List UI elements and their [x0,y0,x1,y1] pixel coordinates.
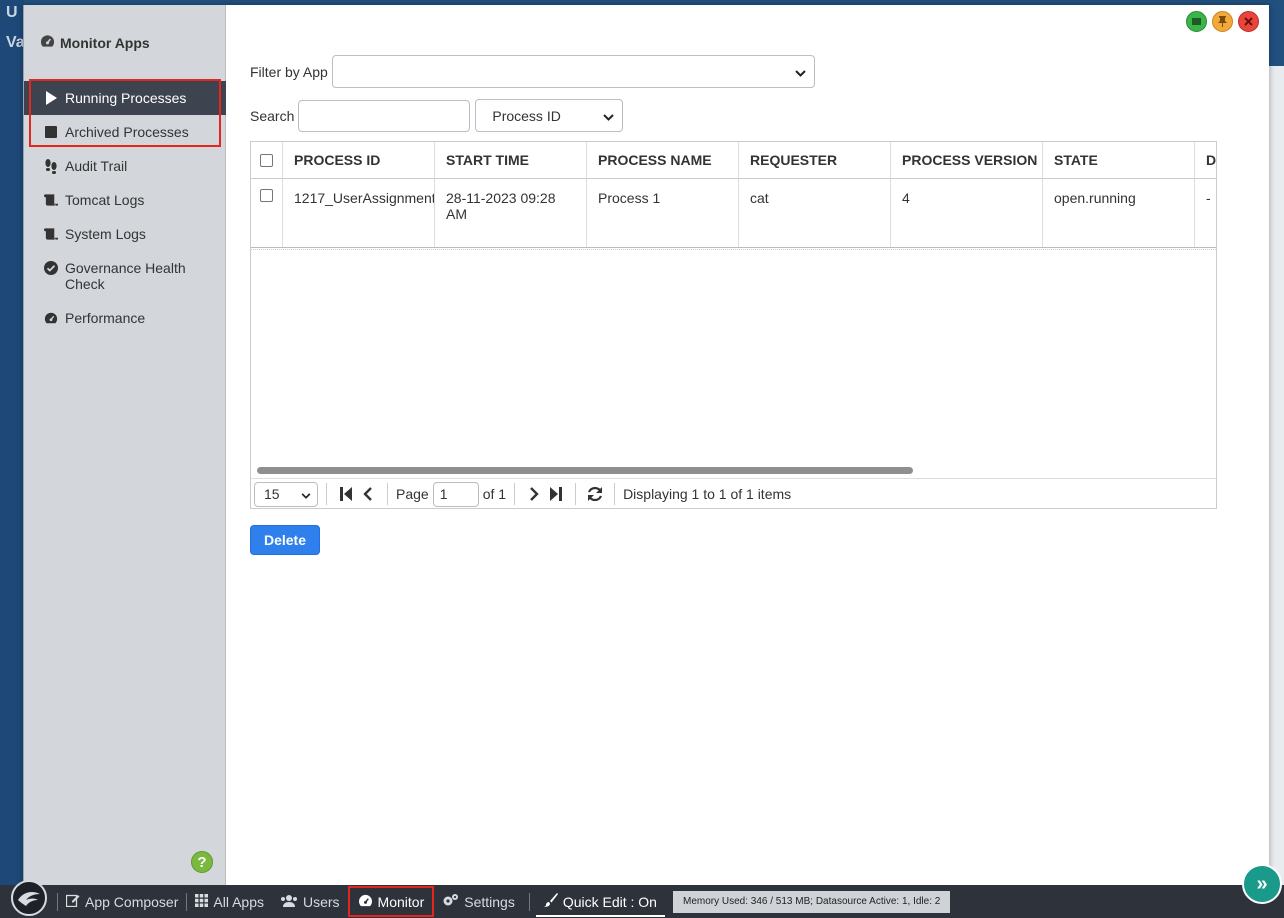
table-empty-area [251,249,1216,462]
footprints-icon [44,158,58,174]
search-input[interactable] [298,99,471,132]
previous-page-icon[interactable] [359,485,377,503]
sidebar-item-label: Tomcat Logs [65,192,145,208]
sidebar-item-label: Audit Trail [65,158,128,174]
app-composer-button[interactable]: App Composer [58,885,186,918]
main-content: Filter by App Search Process ID PROCESS … [250,5,1260,885]
users-button[interactable]: Users [272,885,348,918]
sidebar-item-label: Running Processes [65,90,187,106]
users-icon [280,894,298,910]
quick-edit-toggle[interactable]: Quick Edit : On [535,888,665,917]
chevron-down-icon [301,486,311,502]
page-count-label: of 1 [482,486,507,502]
brush-icon [543,893,558,910]
app-logo-icon[interactable] [11,880,47,916]
background-text: Va [6,34,25,51]
row-checkbox[interactable] [260,189,273,202]
cell-requester: cat [739,179,891,247]
gauge-icon [40,34,55,51]
sidebar-title: Monitor Apps [40,34,150,51]
row-select-cell [251,179,283,247]
monitor-button[interactable]: Monitor [347,886,435,917]
gears-icon [442,893,459,910]
page-label: Page [396,486,429,502]
cell-state: open.running [1043,179,1195,247]
sidebar-item-tomcat-logs[interactable]: Tomcat Logs [24,183,226,217]
pagination-bar: 15 Page 1 of 1 Displaying 1 to 1 of 1 it… [251,478,1216,508]
scroll-icon [44,192,58,208]
first-page-icon[interactable] [337,485,355,503]
sidebar-item-running-processes[interactable]: Running Processes [24,81,226,115]
search-field-value: Process ID [492,107,561,124]
help-icon[interactable]: ? [191,851,213,873]
table-header: PROCESS ID START TIME PROCESS NAME REQUE… [251,142,1216,179]
sidebar-nav: Running Processes Archived Processes Aud… [24,81,226,335]
cell-extra: - [1195,179,1216,247]
horizontal-scrollbar[interactable] [257,467,913,474]
select-all-cell [251,142,283,178]
all-apps-button[interactable]: All Apps [187,885,272,918]
grid-icon [195,893,209,910]
column-header-process-version[interactable]: PROCESS VERSION [891,142,1043,178]
cell-process-version: 4 [891,179,1043,247]
chevron-down-icon [603,108,615,124]
column-header-process-name[interactable]: PROCESS NAME [587,142,739,178]
refresh-icon[interactable] [586,485,604,503]
filter-row: Filter by App [250,55,815,88]
monitor-dialog: Monitor Apps Running Processes Archived … [23,5,1269,885]
sidebar-item-label: System Logs [65,226,146,242]
select-all-checkbox[interactable] [260,153,273,167]
process-table: PROCESS ID START TIME PROCESS NAME REQUE… [250,141,1217,509]
sidebar-item-system-logs[interactable]: System Logs [24,217,226,251]
search-field-select[interactable]: Process ID [475,99,624,132]
cell-process-name: Process 1 [587,179,739,247]
chevron-down-icon [795,64,806,80]
cell-start-time: 28-11-2023 09:28 AM [435,179,587,247]
sidebar-item-label: Archived Processes [65,124,189,140]
sidebar-item-label: Governance Health Check [65,260,186,292]
column-header-process-id[interactable]: PROCESS ID [283,142,435,178]
page-size-select[interactable]: 15 [254,481,318,507]
memory-status: Memory Used: 346 / 513 MB; Datasource Ac… [672,890,951,913]
background-text: U [6,4,18,21]
stop-icon [44,124,58,140]
delete-button[interactable]: Delete [250,525,320,555]
background-left-strip: U Va [0,0,25,885]
column-header-extra[interactable]: D [1195,142,1216,178]
sidebar: Monitor Apps Running Processes Archived … [24,5,226,885]
expand-icon[interactable]: » [1242,864,1282,904]
gauge-icon [358,894,373,910]
sidebar-item-label: Performance [65,310,146,326]
settings-button[interactable]: Settings [434,885,523,918]
play-icon [44,90,58,106]
table-row[interactable]: 1217_UserAssignment 28-11-2023 09:28 AM … [251,179,1216,248]
bottom-toolbar-items: App Composer All Apps Users Monitor Sett… [57,885,951,918]
check-circle-icon [44,260,58,276]
scroll-icon [44,226,58,242]
filter-app-select[interactable] [331,55,815,88]
display-status: Displaying 1 to 1 of 1 items [623,486,792,502]
page-size-value: 15 [264,486,280,502]
search-label: Search [250,107,295,124]
edit-icon [65,893,80,910]
filter-label: Filter by App [250,63,328,80]
search-row: Search Process ID [250,99,624,132]
last-page-icon[interactable] [547,485,565,503]
column-header-start-time[interactable]: START TIME [435,142,587,178]
column-header-state[interactable]: STATE [1043,142,1195,178]
gauge-icon [44,310,58,326]
sidebar-item-performance[interactable]: Performance [24,301,226,335]
page-number-input[interactable]: 1 [432,481,479,507]
cell-process-id: 1217_UserAssignment [283,179,435,247]
sidebar-item-governance-health-check[interactable]: Governance Health Check [24,251,226,301]
sidebar-item-archived-processes[interactable]: Archived Processes [24,115,226,149]
sidebar-item-audit-trail[interactable]: Audit Trail [24,149,226,183]
sidebar-title-text: Monitor Apps [60,34,150,51]
column-header-requester[interactable]: REQUESTER [739,142,891,178]
next-page-icon[interactable] [525,485,543,503]
